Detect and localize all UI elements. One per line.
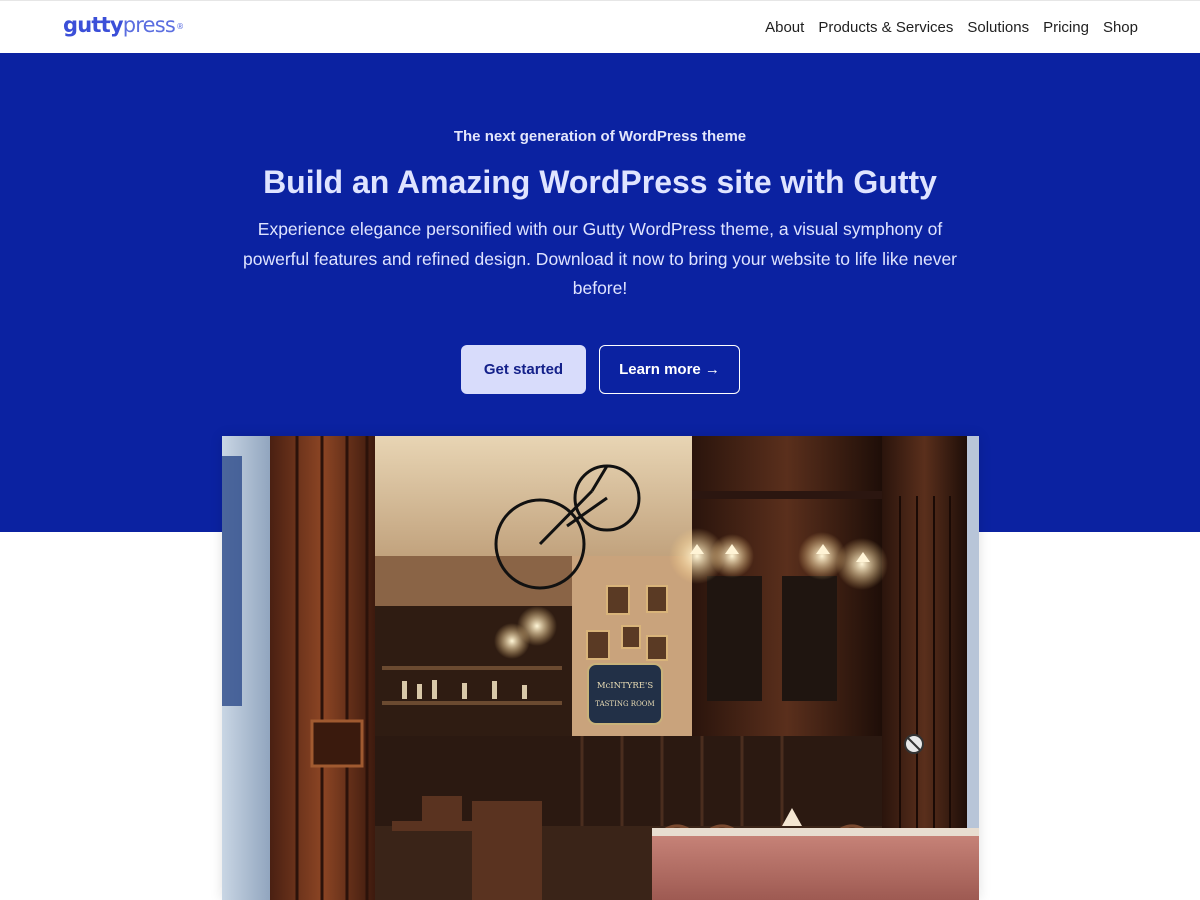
sign-subtitle: TASTING ROOM (595, 700, 654, 708)
learn-more-button[interactable]: Learn more → (599, 345, 740, 394)
nav-item-pricing[interactable]: Pricing (1043, 18, 1089, 38)
hero-title: Build an Amazing WordPress site with Gut… (263, 164, 937, 200)
logo-wordmark-light: press (122, 13, 176, 37)
nav-item-about[interactable]: About (765, 18, 804, 38)
nav-item-shop[interactable]: Shop (1103, 18, 1138, 38)
get-started-button[interactable]: Get started (461, 345, 586, 394)
logo-registered-mark: ® (176, 22, 184, 31)
hero-image: McINTYRE'S TASTING ROOM (222, 436, 979, 900)
main-navigation: About Products & Services Solutions Pric… (765, 18, 1138, 38)
sign-title: McINTYRE'S (597, 681, 653, 691)
hero-description: Experience elegance personified with our… (242, 219, 957, 298)
logo-wordmark-bold: gutty (63, 13, 124, 37)
site-logo[interactable]: guttypress® (63, 13, 184, 37)
hero-eyebrow: The next generation of WordPress theme (453, 128, 747, 145)
nav-item-products-services[interactable]: Products & Services (818, 18, 953, 38)
nav-item-solutions[interactable]: Solutions (967, 18, 1029, 38)
restaurant-illustration: McINTYRE'S TASTING ROOM (222, 436, 979, 900)
site-header: guttypress® About Products & Services So… (0, 0, 1200, 53)
